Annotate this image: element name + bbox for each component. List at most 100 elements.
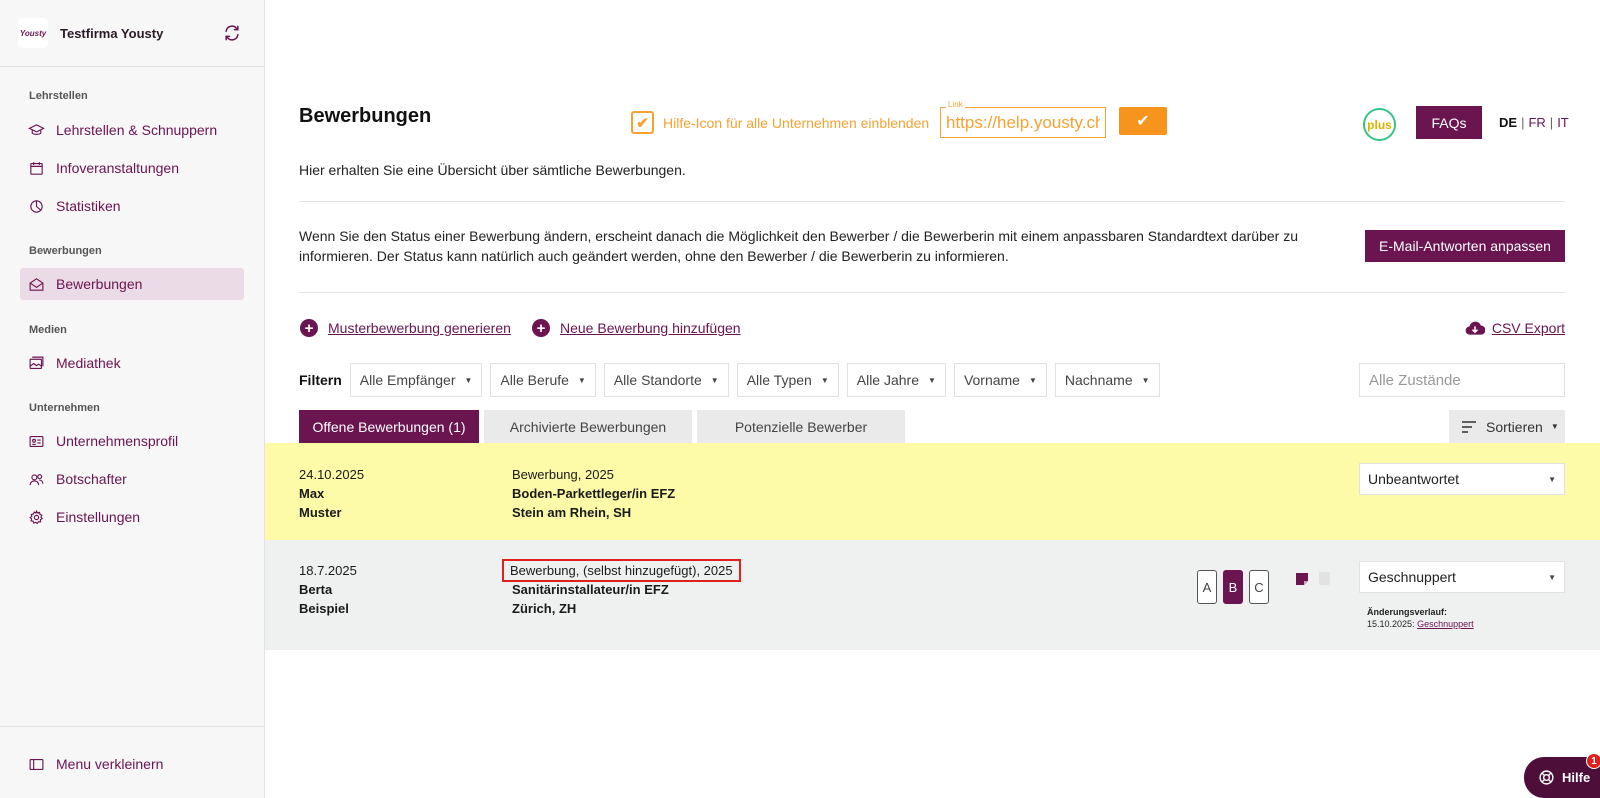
section-label: Medien: [29, 324, 67, 336]
caret-down-icon: ▼: [928, 375, 936, 385]
application-details: Bewerbung, (selbst hinzugefügt), 2025 Sa…: [502, 559, 741, 618]
filter-recipients[interactable]: Alle Empfänger ▼: [349, 363, 483, 397]
nav-section-bewerbungen: Bewerbungen Bewerbungen: [0, 245, 264, 300]
sidebar-item-bewerbungen[interactable]: Bewerbungen: [20, 268, 244, 300]
pie-chart-icon: [30, 199, 43, 213]
applicant-first-name: Max: [299, 486, 325, 501]
sidebar-item-label: Bewerbungen: [56, 276, 143, 292]
sort-button[interactable]: Sortieren ▼: [1449, 410, 1565, 443]
application-location: Stein am Rhein, SH: [512, 505, 632, 520]
help-button[interactable]: Hilfe 1: [1524, 753, 1600, 798]
rating-a-button[interactable]: A: [1197, 570, 1217, 604]
dropdown-value: Vorname: [963, 372, 1020, 388]
application-profession: Boden-Parkettleger/in EFZ: [512, 486, 676, 501]
tab-archived-applications[interactable]: Archivierte Bewerbungen: [484, 410, 692, 443]
sidebar-item-unternehmensprofil[interactable]: Unternehmensprofil: [20, 425, 244, 457]
graduation-cap-icon: [28, 123, 45, 135]
rating-buttons: A B C: [1197, 570, 1269, 604]
help-icon-checkbox[interactable]: ✔: [631, 111, 654, 134]
applicant-cell: 18.7.2025 Berta Beispiel: [299, 561, 357, 618]
generate-sample-link[interactable]: + Musterbewerbung generieren: [300, 319, 511, 337]
application-type: Bewerbung, (selbst hinzugefügt), 2025: [502, 559, 741, 582]
sort-icon: [1462, 420, 1476, 433]
dropdown-value: Alle Empfänger: [359, 372, 456, 388]
applicant-cell: 24.10.2025 Max Muster: [299, 465, 364, 522]
attachment-icon[interactable]: [1319, 572, 1330, 585]
sidebar-item-einstellungen[interactable]: Einstellungen: [20, 501, 244, 533]
sidebar-item-label: Unternehmensprofil: [56, 433, 179, 449]
rating-c-button[interactable]: C: [1249, 570, 1269, 604]
status-info-text: Wenn Sie den Status einer Bewerbung ände…: [299, 228, 1299, 264]
sidebar-item-label: Mediathek: [56, 355, 121, 371]
status-value: Geschnuppert: [1368, 569, 1456, 585]
dropdown-value: Alle Typen: [746, 372, 812, 388]
add-application-label: Neue Bewerbung hinzufügen: [560, 320, 741, 336]
sidebar-item-infoveranstaltungen[interactable]: Infoveranstaltungen: [20, 152, 244, 184]
filter-professions[interactable]: Alle Berufe ▼: [490, 363, 596, 397]
confirm-link-button[interactable]: ✔: [1119, 107, 1167, 135]
history-label: Änderungsverlauf:: [1367, 607, 1448, 617]
faq-button[interactable]: FAQs: [1416, 106, 1482, 139]
gear-icon: [29, 509, 43, 524]
email-responses-button[interactable]: E-Mail-Antworten anpassen: [1365, 230, 1565, 262]
sort-label: Sortieren: [1486, 418, 1543, 435]
help-icon-label: Hilfe-Icon für alle Unternehmen einblend…: [663, 114, 930, 131]
company-name: Testfirma Yousty: [60, 25, 164, 41]
rating-b-button[interactable]: B: [1223, 570, 1243, 604]
sync-icon[interactable]: [222, 23, 242, 43]
csv-export-link[interactable]: CSV Export: [1465, 319, 1565, 337]
status-dropdown[interactable]: Geschnuppert ▼: [1359, 561, 1565, 593]
help-link-legend: Link: [946, 100, 965, 109]
caret-down-icon: ▼: [1141, 375, 1150, 385]
application-type: Bewerbung, 2025: [512, 467, 614, 482]
filter-years[interactable]: Alle Jahre ▼: [846, 363, 946, 397]
sidebar-item-lehrstellen[interactable]: Lehrstellen & Schnuppern: [20, 114, 244, 146]
envelope-icon: [29, 277, 44, 291]
filter-locations[interactable]: Alle Standorte ▼: [603, 363, 729, 397]
application-tabs: Offene Bewerbungen (1) Archivierte Bewer…: [299, 410, 905, 443]
nav-section-medien: Medien Mediathek: [0, 324, 264, 379]
application-location: Zürich, ZH: [512, 601, 577, 616]
sidebar-item-botschafter[interactable]: Botschafter: [20, 463, 244, 495]
collapse-menu-button[interactable]: Menu verkleinern: [20, 748, 163, 780]
tab-open-applications[interactable]: Offene Bewerbungen (1): [299, 410, 479, 443]
tab-potential-applicants[interactable]: Potenzielle Bewerber: [697, 410, 905, 443]
sidebar-item-mediathek[interactable]: Mediathek: [20, 347, 244, 379]
plus-circle-icon: +: [532, 319, 550, 337]
caret-down-icon: ▼: [1548, 572, 1556, 582]
note-icon[interactable]: [1295, 572, 1309, 586]
generate-sample-label: Musterbewerbung generieren: [328, 320, 511, 336]
sidebar-collapse-icon: [29, 758, 44, 770]
table-row[interactable]: 24.10.2025 Max Muster Bewerbung, 2025 Bo…: [265, 443, 1600, 540]
lang-fr[interactable]: FR: [1528, 115, 1545, 130]
filter-first-name[interactable]: Vorname ▼: [953, 363, 1047, 397]
help-link-input[interactable]: [941, 108, 1105, 137]
filter-last-name[interactable]: Nachname ▼: [1054, 363, 1160, 397]
dropdown-value: Alle Standorte: [613, 372, 702, 388]
nav-section-lehrstellen: Lehrstellen Lehrstellen & Schnuppern Inf…: [0, 90, 264, 222]
filter-types[interactable]: Alle Typen ▼: [736, 363, 839, 397]
cloud-download-icon: [1465, 321, 1485, 335]
table-row[interactable]: 18.7.2025 Berta Beispiel Bewerbung, (sel…: [265, 540, 1600, 650]
plus-circle-icon: +: [300, 319, 318, 337]
status-dropdown[interactable]: Unbeantwortet ▼: [1359, 463, 1565, 495]
caret-down-icon: ▼: [1550, 422, 1559, 431]
lang-de[interactable]: DE: [1499, 115, 1517, 130]
applicant-first-name: Berta: [299, 582, 333, 597]
history-date: 15.10.2025:: [1367, 619, 1415, 629]
lang-separator: |: [1549, 115, 1554, 130]
states-filter-input[interactable]: Alle Zustände: [1359, 363, 1565, 397]
sidebar-item-label: Einstellungen: [56, 509, 141, 525]
help-icon-toggle[interactable]: ✔ Hilfe-Icon für alle Unternehmen einble…: [631, 111, 929, 134]
sidebar-item-label: Botschafter: [56, 471, 127, 487]
add-application-link[interactable]: + Neue Bewerbung hinzufügen: [532, 319, 741, 337]
dropdown-value: Alle Berufe: [500, 372, 569, 388]
application-date: 18.7.2025: [299, 563, 357, 578]
history-status-link[interactable]: Geschnuppert: [1417, 619, 1474, 629]
application-profession: Sanitärinstallateur/in EFZ: [512, 582, 669, 597]
sidebar: Yousty Testfirma Yousty Lehrstellen Lehr…: [0, 0, 265, 798]
filter-bar: Filtern Alle Empfänger ▼ Alle Berufe ▼ All…: [299, 363, 1168, 397]
lang-it[interactable]: IT: [1557, 115, 1569, 130]
sidebar-item-statistiken[interactable]: Statistiken: [20, 190, 244, 222]
help-label: Hilfe: [1562, 770, 1591, 785]
